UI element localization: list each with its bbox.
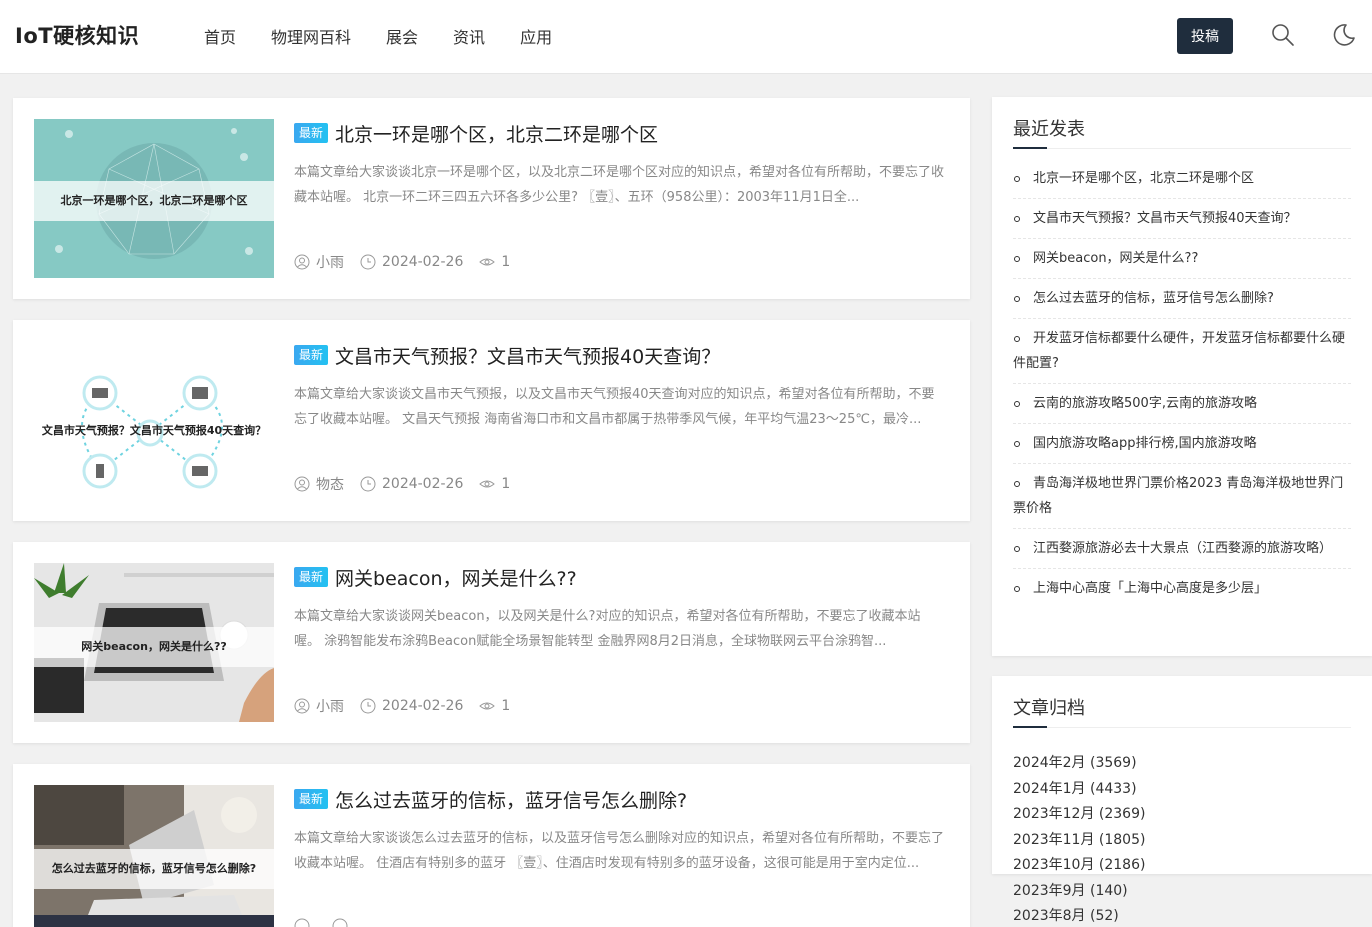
thumbnail-caption: 北京一环是哪个区，北京二环是哪个区 bbox=[34, 181, 274, 221]
eye-icon bbox=[479, 702, 496, 710]
moon-icon[interactable] bbox=[1331, 22, 1357, 48]
nav-apps[interactable]: 应用 bbox=[520, 24, 552, 48]
article-thumbnail[interactable]: 网关beacon，网关是什么?? bbox=[34, 563, 274, 722]
site-logo[interactable]: IoT硬核知识 bbox=[15, 20, 139, 50]
recent-post-link[interactable]: 网关beacon，网关是什么?? bbox=[1013, 239, 1351, 279]
article-author[interactable]: 小雨 bbox=[316, 696, 344, 716]
archive-link[interactable]: 2023年8月 (52) bbox=[1013, 904, 1184, 927]
article-title[interactable]: 怎么过去蓝牙的信标，蓝牙信号怎么删除? bbox=[335, 786, 687, 813]
recent-post-link[interactable]: 国内旅游攻略app排行榜,国内旅游攻略 bbox=[1013, 424, 1351, 464]
article-views: 1 bbox=[501, 698, 511, 714]
article-thumbnail[interactable]: 北京一环是哪个区，北京二环是哪个区 bbox=[34, 119, 274, 278]
user-icon bbox=[294, 698, 310, 714]
widget-title: 最近发表 bbox=[1013, 119, 1085, 140]
archive-link[interactable]: 2024年2月 (3569) bbox=[1013, 751, 1184, 777]
article-body: 最新 网关beacon，网关是什么?? 本篇文章给大家谈谈网关beacon，以及… bbox=[294, 564, 944, 716]
search-icon[interactable] bbox=[1270, 22, 1296, 48]
nav-expo[interactable]: 展会 bbox=[386, 24, 418, 48]
article-views: 1 bbox=[501, 254, 511, 270]
recent-post-link[interactable]: 江西婺源旅游必去十大景点（江西婺源的旅游攻略） bbox=[1013, 529, 1351, 569]
nav-news[interactable]: 资讯 bbox=[453, 24, 485, 48]
thumbnail-caption: 网关beacon，网关是什么?? bbox=[34, 627, 274, 667]
article-card: 北京一环是哪个区，北京二环是哪个区 最新 北京一环是哪个区，北京二环是哪个区 本… bbox=[13, 98, 970, 299]
article-card: 文昌市天气预报？文昌市天气预报40天查询？ 最新 文昌市天气预报？文昌市天气预报… bbox=[13, 320, 970, 521]
article-author[interactable]: 小雨 bbox=[316, 252, 344, 272]
new-badge: 最新 bbox=[294, 345, 329, 365]
article-body: 最新 怎么过去蓝牙的信标，蓝牙信号怎么删除? 本篇文章给大家谈谈怎么过去蓝牙的信… bbox=[294, 786, 944, 927]
widget-title: 文章归档 bbox=[1013, 698, 1085, 719]
article-meta: 小雨 2024-02-26 1 bbox=[294, 252, 944, 272]
recent-post-link[interactable]: 北京一环是哪个区，北京二环是哪个区 bbox=[1013, 159, 1351, 199]
archive-link[interactable]: 2023年11月 (1805) bbox=[1013, 828, 1184, 854]
widget-title-accent bbox=[1013, 726, 1047, 728]
user-icon bbox=[294, 254, 310, 270]
eye-icon bbox=[479, 480, 496, 488]
nav-home[interactable]: 首页 bbox=[204, 24, 236, 48]
article-body: 最新 文昌市天气预报？文昌市天气预报40天查询？ 本篇文章给大家谈谈文昌市天气预… bbox=[294, 342, 944, 494]
article-meta bbox=[294, 918, 944, 927]
article-card: 怎么过去蓝牙的信标，蓝牙信号怎么删除? 最新 怎么过去蓝牙的信标，蓝牙信号怎么删… bbox=[13, 764, 970, 927]
clock-icon bbox=[360, 476, 376, 492]
new-badge: 最新 bbox=[294, 567, 329, 587]
article-meta: 物态 2024-02-26 1 bbox=[294, 474, 944, 494]
nav-wiki[interactable]: 物理网百科 bbox=[271, 24, 351, 48]
recent-post-link[interactable]: 怎么过去蓝牙的信标，蓝牙信号怎么删除? bbox=[1013, 279, 1351, 319]
article-title[interactable]: 北京一环是哪个区，北京二环是哪个区 bbox=[335, 120, 658, 147]
widget-divider bbox=[1013, 148, 1351, 149]
article-meta: 小雨 2024-02-26 1 bbox=[294, 696, 944, 716]
new-badge: 最新 bbox=[294, 789, 329, 809]
article-excerpt: 本篇文章给大家谈谈网关beacon，以及网关是什么?对应的知识点，希望对各位有所… bbox=[294, 609, 921, 649]
recent-post-link[interactable]: 云南的旅游攻略500字,云南的旅游攻略 bbox=[1013, 384, 1351, 424]
recent-posts-widget: 最近发表 北京一环是哪个区，北京二环是哪个区 文昌市天气预报？文昌市天气预报40… bbox=[992, 97, 1372, 656]
recent-post-link[interactable]: 开发蓝牙信标都要什么硬件，开发蓝牙信标都要什么硬件配置? bbox=[1013, 319, 1351, 384]
clock-icon bbox=[360, 698, 376, 714]
article-body: 最新 北京一环是哪个区，北京二环是哪个区 本篇文章给大家谈谈北京一环是哪个区，以… bbox=[294, 120, 944, 272]
article-excerpt: 本篇文章给大家谈谈北京一环是哪个区，以及北京二环是哪个区对应的知识点，希望对各位… bbox=[294, 165, 944, 205]
recent-posts-list: 北京一环是哪个区，北京二环是哪个区 文昌市天气预报？文昌市天气预报40天查询？ … bbox=[1013, 159, 1351, 608]
archive-link[interactable]: 2023年10月 (2186) bbox=[1013, 853, 1184, 879]
archive-widget: 文章归档 2024年2月 (3569) 2024年1月 (4433) 2023年… bbox=[992, 676, 1372, 924]
clock-icon bbox=[332, 918, 348, 927]
archive-list: 2024年2月 (3569) 2024年1月 (4433) 2023年12月 (… bbox=[1013, 751, 1353, 927]
widget-title-accent bbox=[1013, 147, 1047, 149]
recent-post-link[interactable]: 青岛海洋极地世界门票价格2023 青岛海洋极地世界门票价格 bbox=[1013, 464, 1351, 529]
article-title[interactable]: 文昌市天气预报？文昌市天气预报40天查询？ bbox=[335, 342, 720, 369]
archive-link[interactable]: 2023年9月 (140) bbox=[1013, 879, 1184, 905]
user-icon bbox=[294, 918, 310, 927]
article-author[interactable]: 物态 bbox=[316, 474, 344, 494]
thumbnail-caption: 怎么过去蓝牙的信标，蓝牙信号怎么删除? bbox=[34, 849, 274, 889]
article-views: 1 bbox=[501, 476, 511, 492]
article-date: 2024-02-26 bbox=[382, 698, 464, 714]
article-date: 2024-02-26 bbox=[382, 254, 464, 270]
clock-icon bbox=[360, 254, 376, 270]
article-thumbnail[interactable]: 文昌市天气预报？文昌市天气预报40天查询？ bbox=[34, 341, 274, 500]
eye-icon bbox=[479, 258, 496, 266]
article-title[interactable]: 网关beacon，网关是什么?? bbox=[335, 564, 577, 591]
main-nav: 首页 物理网百科 展会 资讯 应用 bbox=[204, 24, 587, 48]
article-excerpt: 本篇文章给大家谈谈怎么过去蓝牙的信标，以及蓝牙信号怎么删除对应的知识点，希望对各… bbox=[294, 831, 944, 871]
article-card: 网关beacon，网关是什么?? 最新 网关beacon，网关是什么?? 本篇文… bbox=[13, 542, 970, 743]
recent-post-link[interactable]: 文昌市天气预报？文昌市天气预报40天查询？ bbox=[1013, 199, 1351, 239]
archive-link[interactable]: 2023年12月 (2369) bbox=[1013, 802, 1184, 828]
article-excerpt: 本篇文章给大家谈谈文昌市天气预报，以及文昌市天气预报40天查询对应的知识点，希望… bbox=[294, 387, 935, 427]
thumbnail-caption: 文昌市天气预报？文昌市天气预报40天查询？ bbox=[41, 424, 267, 437]
site-header: IoT硬核知识 首页 物理网百科 展会 资讯 应用 投稿 bbox=[0, 0, 1372, 74]
recent-post-link[interactable]: 上海中心高度「上海中心高度是多少层」 bbox=[1013, 569, 1351, 608]
archive-link[interactable]: 2024年1月 (4433) bbox=[1013, 777, 1184, 803]
article-thumbnail[interactable]: 怎么过去蓝牙的信标，蓝牙信号怎么删除? bbox=[34, 785, 274, 927]
article-date: 2024-02-26 bbox=[382, 476, 464, 492]
new-badge: 最新 bbox=[294, 123, 329, 143]
submit-post-button[interactable]: 投稿 bbox=[1177, 18, 1233, 54]
widget-divider bbox=[1013, 727, 1351, 728]
user-icon bbox=[294, 476, 310, 492]
